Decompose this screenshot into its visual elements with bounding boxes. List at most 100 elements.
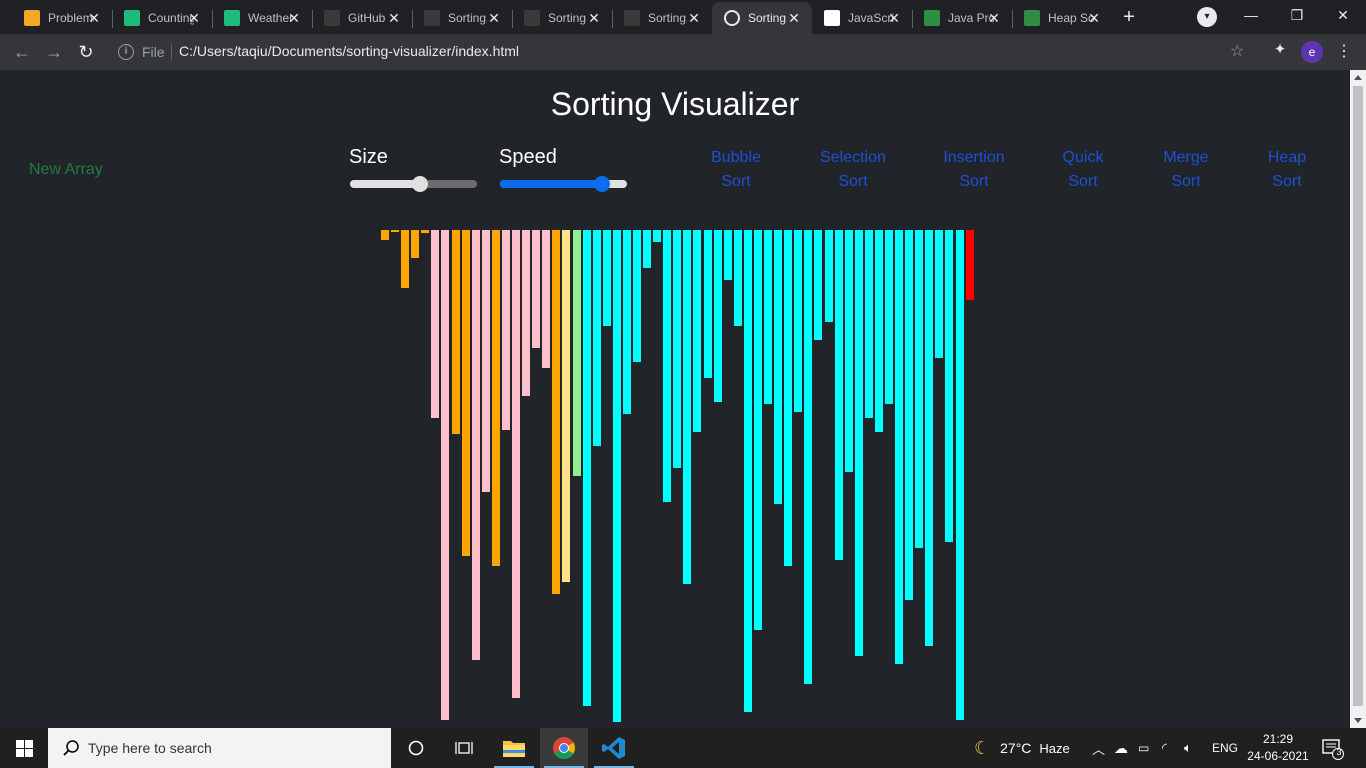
browser-tab[interactable]: Sorting ✕ (612, 2, 712, 34)
close-tab-icon[interactable]: ✕ (786, 10, 802, 26)
extensions-puzzle-icon[interactable]: ✦ (1270, 40, 1290, 60)
close-tab-icon[interactable]: ✕ (686, 10, 702, 26)
cortana-circle-icon (408, 740, 424, 756)
reload-icon[interactable]: ↻ (74, 40, 98, 64)
profile-avatar[interactable]: e (1301, 41, 1323, 63)
vscode-app[interactable] (590, 728, 638, 768)
chrome-app[interactable] (540, 728, 588, 768)
array-bar (774, 230, 782, 504)
array-bar (794, 230, 802, 412)
array-bar (693, 230, 701, 432)
volume-tray[interactable]: 🔈︎ (1184, 728, 1192, 768)
array-bar (704, 230, 712, 378)
address-bar[interactable]: i File C:/Users/taqiu/Documents/sorting-… (108, 38, 1264, 66)
show-hidden-icons-button[interactable]: ︿ (1092, 728, 1105, 768)
array-bar (522, 230, 530, 396)
close-tab-icon[interactable]: ✕ (186, 10, 202, 26)
close-tab-icon[interactable]: ✕ (986, 10, 1002, 26)
weather-desc: Haze (1039, 740, 1070, 756)
weather-moon-haze-icon: ☾ (974, 737, 991, 758)
close-tab-icon[interactable]: ✕ (386, 10, 402, 26)
kebab-menu-icon[interactable]: ⋮ (1334, 40, 1354, 64)
browser-tab[interactable]: Counting ✕ (112, 2, 212, 34)
new-tab-button[interactable]: + (1118, 6, 1140, 28)
wifi-icon: ◜ (1162, 740, 1168, 755)
array-bar (754, 230, 762, 630)
scroll-up-arrow-icon[interactable] (1354, 75, 1362, 80)
array-bar (462, 230, 470, 556)
tab-separator (512, 10, 513, 28)
cortana-button[interactable] (392, 728, 440, 768)
gfg-favicon-icon (1024, 10, 1040, 26)
action-center-button[interactable]: 3 (1322, 738, 1344, 760)
close-tab-icon[interactable]: ✕ (586, 10, 602, 26)
array-bar (945, 230, 953, 542)
chrome-icon (553, 737, 575, 759)
back-arrow-icon[interactable]: ← (10, 40, 34, 64)
speaker-icon: 🔈︎ (1184, 740, 1192, 755)
scroll-down-arrow-icon[interactable] (1354, 718, 1362, 723)
array-bar (643, 230, 651, 268)
array-bar (875, 230, 883, 432)
array-bar (452, 230, 460, 434)
browser-tab[interactable]: Problems ✕ (12, 2, 112, 34)
browser-tab[interactable]: Sorting ✕ (412, 2, 512, 34)
browser-tab[interactable]: Sorting ✕ (712, 2, 812, 34)
battery-tray[interactable]: ▭ (1138, 728, 1149, 768)
vscode-icon (602, 737, 625, 759)
array-bar (663, 230, 671, 502)
close-tab-icon[interactable]: ✕ (286, 10, 302, 26)
notification-count: 3 (1336, 747, 1342, 757)
taskbar-search-box[interactable]: Type here to search (48, 728, 391, 768)
browser-tab[interactable]: GitHub ✕ (312, 2, 412, 34)
taskbar-clock[interactable]: 21:29 24-06-2021 (1246, 731, 1310, 765)
array-bar (673, 230, 681, 468)
tab-search-button[interactable]: ▾ (1197, 7, 1217, 27)
file-explorer-app[interactable] (490, 728, 538, 768)
cloud-icon: ☁ (1114, 739, 1128, 756)
close-tab-icon[interactable]: ✕ (886, 10, 902, 26)
task-view-button[interactable] (440, 728, 488, 768)
close-tab-icon[interactable]: ✕ (486, 10, 502, 26)
close-window-button[interactable]: ✕ (1320, 0, 1366, 30)
page-content: Sorting Visualizer New Array Size Speed … (0, 70, 1350, 728)
array-bar (411, 230, 419, 258)
forward-arrow-icon[interactable]: → (42, 40, 66, 64)
browser-tab[interactable]: JavaScript✕ (812, 2, 912, 34)
browser-tab[interactable]: Sorting ✕ (512, 2, 612, 34)
start-button[interactable] (0, 728, 48, 768)
array-bar (573, 230, 581, 476)
browser-tab[interactable]: Java Program✕ (912, 2, 1012, 34)
minimize-button[interactable]: — (1228, 0, 1274, 30)
browser-tab[interactable]: Heap Sort✕ (1012, 2, 1112, 34)
page-scrollbar[interactable] (1350, 70, 1366, 728)
github-favicon-icon (424, 10, 440, 26)
close-tab-icon[interactable]: ✕ (1086, 10, 1102, 26)
browser-tab[interactable]: Weather ✕ (212, 2, 312, 34)
restore-button[interactable]: ❐ (1274, 0, 1320, 30)
array-bar (381, 230, 389, 240)
array-bar (593, 230, 601, 446)
language-label: ENG (1212, 741, 1239, 755)
scheme-label: File (142, 44, 165, 60)
onedrive-tray[interactable]: ☁ (1114, 728, 1128, 768)
language-indicator[interactable]: ENG (1212, 728, 1238, 768)
weather-widget[interactable]: ☾ 27°C Haze (974, 728, 1070, 768)
bookmark-star-icon[interactable]: ☆ (1230, 41, 1244, 61)
array-bar (401, 230, 409, 288)
scroll-thumb[interactable] (1353, 86, 1363, 706)
wifi-tray[interactable]: ◜ (1162, 728, 1167, 768)
array-bar (825, 230, 833, 322)
array-bar (734, 230, 742, 326)
folder-icon (503, 741, 525, 757)
close-tab-icon[interactable]: ✕ (86, 10, 102, 26)
info-icon[interactable]: i (118, 44, 134, 60)
array-bar (431, 230, 439, 418)
array-bar (583, 230, 591, 706)
array-bar (925, 230, 933, 646)
array-bar (915, 230, 923, 548)
array-bar (512, 230, 520, 698)
mdn-favicon-icon (124, 10, 140, 26)
windows-taskbar: Type here to search ☾ 27°C Haze ︿ ☁ ▭ ◜ … (0, 728, 1366, 768)
url-text[interactable]: C:/Users/taqiu/Documents/sorting-visuali… (179, 43, 519, 59)
